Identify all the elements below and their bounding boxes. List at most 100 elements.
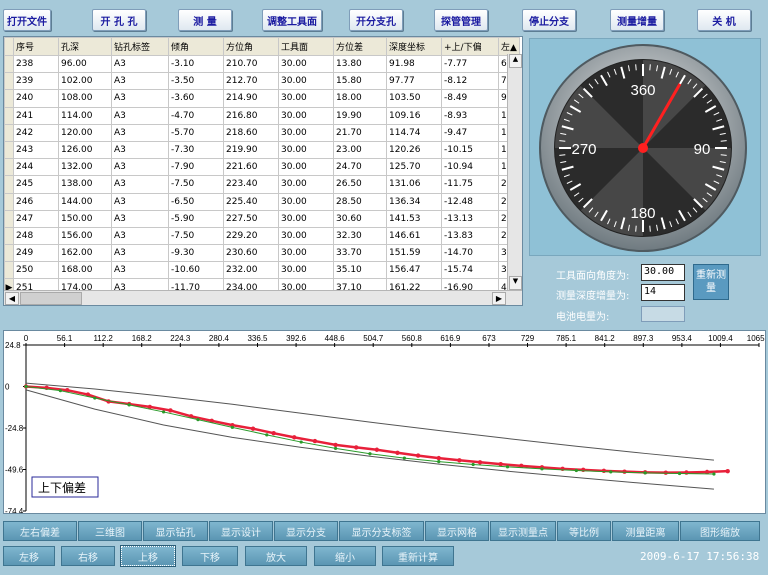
tool-face-input[interactable]: 30.00 [641, 264, 685, 281]
table-row[interactable]: 239 102.00 A3 -3.50 212.70 30.00 15.80 97.77 -8.… [4, 72, 520, 91]
row-selector[interactable] [4, 123, 14, 142]
scroll-up-icon[interactable]: ▲ [509, 54, 522, 68]
table-row[interactable]: 250 168.00 A3 -10.60 232.00 30.00 35.10 156.47-… [4, 261, 520, 280]
toolbar-button-0[interactable]: 打开文件 [3, 9, 51, 31]
series-point [581, 467, 586, 473]
table-cell: 126.00 [58, 140, 112, 160]
table-cell: 210.70 [223, 54, 279, 74]
toolbar-button-2[interactable]: 测 量 [178, 9, 232, 31]
table-cell: A3 [111, 106, 169, 125]
row-selector[interactable] [4, 54, 14, 74]
data-table[interactable]: 序号 孔深 钻孔标签 倾角 方位角 工具面 方位差 深度坐标 +上/下偏 左▲ 238 96.00 A… [3, 36, 523, 306]
toolbar-button-5[interactable]: 探管管理 [434, 9, 488, 31]
column-header[interactable]: 方位角 [223, 37, 279, 56]
bottom-button-9[interactable]: 测量距离 [612, 521, 679, 541]
table-row[interactable]: 244 132.00 A3 -7.90 221.60 30.00 24.70 125.70 -1… [4, 158, 520, 177]
scroll-left-icon[interactable]: ◀ [5, 292, 19, 305]
table-cell: A3 [111, 226, 169, 246]
nav-button-2[interactable]: 上移 [120, 545, 176, 567]
row-selector[interactable] [4, 140, 14, 160]
bottom-button-7[interactable]: 显示测量点 [490, 521, 556, 541]
table-cell: 114.00 [58, 106, 112, 125]
column-header[interactable]: 钻孔标签 [111, 37, 169, 56]
bottom-button-2[interactable]: 显示钻孔 [143, 521, 208, 541]
horizontal-scrollbar[interactable]: ◀ ▶ [4, 290, 522, 305]
series-point [712, 472, 716, 476]
depth-increment-input[interactable]: 14 [641, 284, 685, 301]
bottom-button-8[interactable]: 等比例 [557, 521, 611, 541]
row-selector[interactable] [4, 72, 14, 91]
table-row[interactable]: 246 144.00 A3 -6.50 225.40 30.00 28.50 136.34 -1… [4, 192, 520, 211]
table-row[interactable]: 243 126.00 A3 -7.30 219.90 30.00 23.00 120.26 -1… [4, 140, 520, 160]
column-header[interactable]: 倾角 [168, 37, 224, 56]
series-point [196, 418, 200, 422]
table-row[interactable]: 240 108.00 A3 -3.60 214.90 30.00 18.00 103.50 -8… [4, 89, 520, 108]
toolbar-button-6[interactable]: 停止分支 [522, 9, 576, 31]
table-row[interactable]: 245 138.00 A3 -7.50 223.40 30.00 26.50 131.06 -1… [4, 175, 520, 194]
column-header[interactable]: +上/下偏 [441, 37, 499, 56]
remeasure-button[interactable]: 重新测量 [693, 264, 729, 300]
row-selector[interactable] [4, 226, 14, 246]
scroll-right-icon[interactable]: ▶ [492, 292, 506, 305]
gauge-label-90: 90 [694, 141, 711, 158]
nav-button-6[interactable]: 重新计算 [382, 546, 454, 566]
bottom-button-0[interactable]: 左右偏差 [3, 521, 77, 541]
gauge-tick [559, 140, 566, 142]
bottom-button-10[interactable]: 图形缩放 [680, 521, 760, 541]
row-selector[interactable] [4, 175, 14, 194]
table-cell: -5.90 [168, 209, 224, 228]
table-row[interactable]: 238 96.00 A3 -3.10 210.70 30.00 13.80 91.98 -7.7… [4, 54, 520, 74]
toolbar-button-8[interactable]: 关 机 [697, 9, 751, 31]
row-selector[interactable] [4, 261, 14, 280]
series-point [374, 447, 380, 452]
column-header[interactable]: 工具面 [278, 37, 334, 56]
table-cell: 28.50 [333, 192, 387, 211]
bottom-button-4[interactable]: 显示分支 [274, 521, 338, 541]
table-cell: -13.83 [441, 226, 499, 246]
row-selector[interactable] [4, 192, 14, 211]
column-header[interactable]: 序号 [13, 37, 59, 56]
table-cell: 24.70 [333, 158, 387, 177]
row-selector[interactable] [4, 89, 14, 108]
bottom-button-1[interactable]: 三维图 [78, 521, 142, 541]
table-row[interactable]: 242 120.00 A3 -5.70 218.60 30.00 21.70 114.74 -9… [4, 123, 520, 142]
scroll-down-icon[interactable]: ▼ [509, 276, 522, 290]
scroll-thumb[interactable] [20, 292, 82, 305]
row-selector[interactable] [4, 209, 14, 228]
nav-button-5[interactable]: 缩小 [314, 546, 376, 566]
toolbar-button-3[interactable]: 调整工具面 [262, 9, 322, 31]
y-tick-label: -49.6 [5, 466, 24, 475]
table-cell: 30.00 [278, 226, 334, 246]
table-cell: A3 [111, 209, 169, 228]
column-header[interactable]: 孔深 [58, 37, 112, 56]
gauge-tick [720, 154, 727, 156]
nav-button-3[interactable]: 下移 [182, 546, 238, 566]
table-cell: 114.74 [386, 123, 442, 142]
toolbar-button-7[interactable]: 测量增量 [610, 9, 664, 31]
column-header[interactable]: 左▲ [498, 37, 520, 56]
nav-button-0[interactable]: 左移 [3, 546, 55, 566]
x-tick-label: 616.9 [440, 334, 461, 343]
nav-button-1[interactable]: 右移 [61, 546, 115, 566]
table-row[interactable]: 247 150.00 A3 -5.90 227.50 30.00 30.60 141.53 -1… [4, 209, 520, 228]
table-cell: 30.00 [278, 175, 334, 194]
row-selector[interactable] [4, 244, 14, 263]
vertical-scrollbar[interactable]: ▲ ▼ [507, 54, 522, 290]
table-row[interactable]: 248 156.00 A3 -7.50 229.20 30.00 32.30 146.61 -1… [4, 226, 520, 246]
table-cell: 125.70 [386, 158, 442, 177]
bottom-button-5[interactable]: 显示分支标签 [339, 521, 424, 541]
table-cell: 245 [13, 175, 59, 194]
bottom-button-6[interactable]: 显示网格 [425, 521, 489, 541]
table-row[interactable]: 249 162.00 A3 -9.30 230.60 30.00 33.70 151.59 -1… [4, 244, 520, 263]
column-header[interactable]: 深度坐标 [386, 37, 442, 56]
toolbar-button-1[interactable]: 开 孔 孔 [92, 9, 146, 31]
column-header[interactable]: 方位差 [333, 37, 387, 56]
nav-button-4[interactable]: 放大 [245, 546, 307, 566]
table-row[interactable]: 241 114.00 A3 -4.70 216.80 30.00 19.90 109.16 -8… [4, 106, 520, 125]
x-tick-label: 448.6 [325, 334, 346, 343]
bottom-button-3[interactable]: 显示设计 [209, 521, 273, 541]
row-selector[interactable] [4, 158, 14, 177]
row-selector[interactable] [4, 106, 14, 125]
table-cell: 108.00 [58, 89, 112, 108]
toolbar-button-4[interactable]: 开分支孔 [349, 9, 403, 31]
